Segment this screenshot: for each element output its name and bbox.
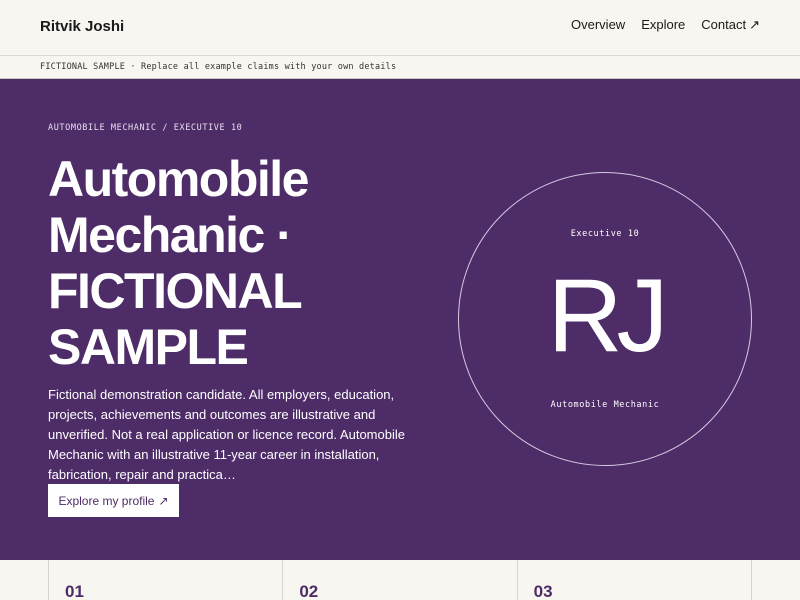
feature-card[interactable]: 02 bbox=[282, 560, 516, 600]
notice-text: FICTIONAL SAMPLE · Replace all example c… bbox=[40, 62, 397, 72]
badge-level: Executive 10 bbox=[570, 229, 640, 239]
arrow-up-right-icon: ↗ bbox=[158, 493, 169, 508]
monogram-badge: Executive 10 RJ Automobile Mechanic bbox=[458, 172, 752, 466]
hero-headline: Automobile Mechanic · FICTIONAL SAMPLE bbox=[48, 151, 309, 375]
brand-name[interactable]: Ritvik Joshi bbox=[40, 18, 124, 35]
top-bar: Ritvik Joshi Overview Explore Contact ↗ bbox=[0, 0, 800, 56]
card-number: 01 bbox=[65, 582, 84, 600]
main-nav: Overview Explore Contact ↗ bbox=[571, 17, 760, 33]
monogram-initials: RJ bbox=[547, 258, 668, 374]
card-number: 02 bbox=[299, 582, 319, 600]
feature-card[interactable]: 01 bbox=[48, 560, 282, 600]
explore-profile-button[interactable]: Explore my profile ↗ bbox=[48, 484, 179, 517]
hero-summary: Fictional demonstration candidate. All e… bbox=[48, 387, 405, 482]
feature-cards: 01 02 03 bbox=[48, 560, 752, 600]
nav-contact-label: Contact bbox=[701, 17, 747, 32]
nav-overview[interactable]: Overview bbox=[571, 17, 625, 33]
nav-explore[interactable]: Explore bbox=[641, 17, 685, 33]
nav-contact[interactable]: Contact ↗ bbox=[701, 17, 760, 33]
card-number: 03 bbox=[533, 582, 553, 600]
explore-profile-label: Explore my profile bbox=[58, 493, 155, 508]
arrow-up-right-icon: ↗ bbox=[749, 17, 760, 32]
nav-explore-label: Explore bbox=[641, 17, 686, 32]
fictional-notice-bar: FICTIONAL SAMPLE · Replace all example c… bbox=[0, 56, 800, 79]
feature-card[interactable]: 03 bbox=[516, 560, 752, 600]
badge-role: Automobile Mechanic bbox=[550, 400, 660, 410]
nav-overview-label: Overview bbox=[571, 17, 626, 32]
hero-eyebrow: AUTOMOBILE MECHANIC / EXECUTIVE 10 bbox=[48, 123, 243, 133]
hero-section: AUTOMOBILE MECHANIC / EXECUTIVE 10 Autom… bbox=[0, 79, 800, 560]
